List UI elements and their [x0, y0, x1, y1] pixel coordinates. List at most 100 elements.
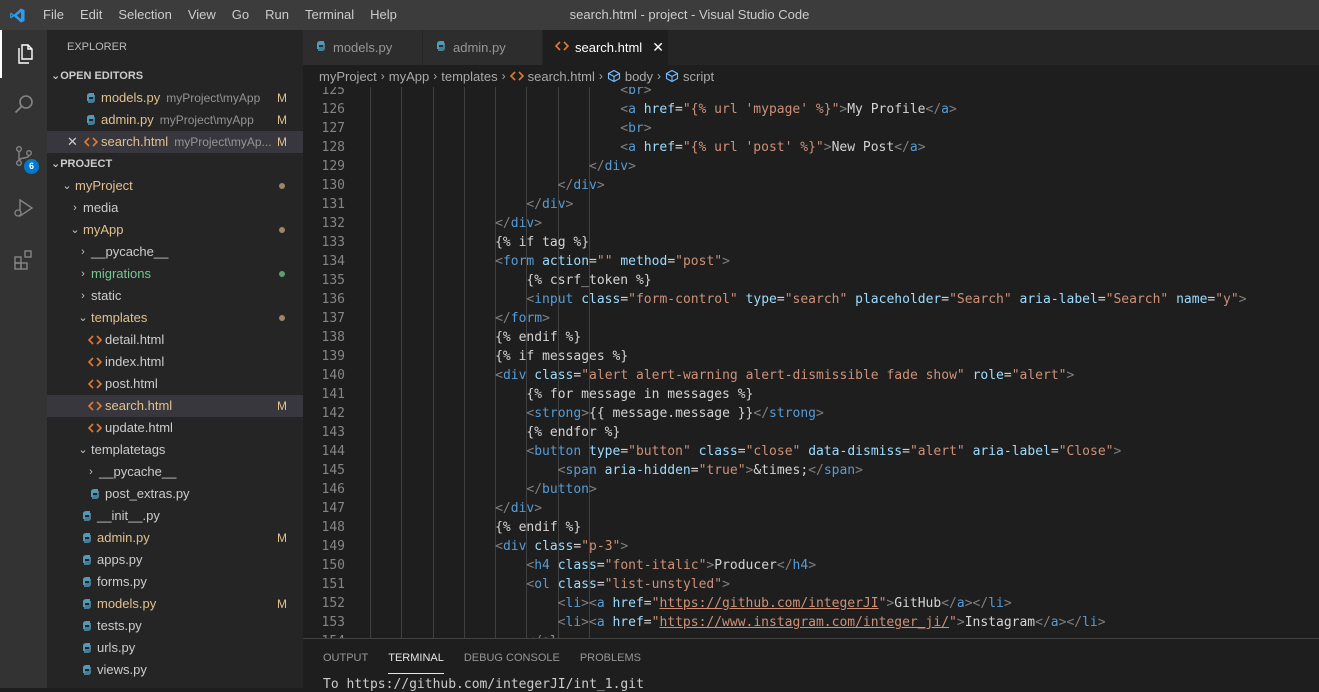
breadcrumb-item[interactable]: search.html	[528, 69, 595, 84]
panel-tab-debug-console[interactable]: DEBUG CONSOLE	[464, 639, 560, 674]
tree-folder-media[interactable]: › media	[47, 197, 303, 219]
tree-file-post-extras[interactable]: post_extras.py	[47, 483, 303, 505]
tab-admin[interactable]: admin.py	[423, 30, 543, 65]
code-token: >	[628, 159, 636, 174]
code-token: href	[612, 615, 644, 630]
breadcrumb-item[interactable]: templates	[441, 69, 497, 84]
code-token: class	[581, 292, 621, 307]
extensions-icon	[13, 250, 32, 270]
menu-selection[interactable]: Selection	[110, 0, 179, 30]
menu-run[interactable]: Run	[257, 0, 297, 30]
code-token: =	[596, 577, 605, 592]
panel-tab-output[interactable]: OUTPUT	[323, 639, 368, 674]
panel-tab-terminal[interactable]: TERMINAL	[388, 639, 444, 674]
panel-tab-problems[interactable]: PROBLEMS	[580, 639, 641, 674]
tree-folder-pycache-2[interactable]: › __pycache__	[47, 461, 303, 483]
tree-file-forms[interactable]: forms.py	[47, 571, 303, 593]
code-token: type	[745, 292, 777, 307]
code-token: type	[589, 444, 621, 459]
tree-file-post[interactable]: post.html	[47, 373, 303, 395]
close-icon[interactable]: ✕	[67, 131, 78, 153]
tree-file-update[interactable]: update.html	[47, 417, 303, 439]
source-control-activity-button[interactable]: 6	[0, 132, 47, 180]
code-token: >	[542, 311, 550, 326]
breadcrumb-item[interactable]: body	[625, 69, 653, 84]
untracked-dot	[279, 271, 285, 277]
menu-file[interactable]: File	[35, 0, 72, 30]
tree-folder-migrations[interactable]: › migrations	[47, 263, 303, 285]
extensions-activity-button[interactable]	[0, 236, 47, 284]
breadcrumb-item[interactable]: script	[683, 69, 714, 84]
code-text: {% if messages %}	[495, 347, 628, 366]
menu-go[interactable]: Go	[224, 0, 257, 30]
run-debug-icon	[13, 198, 33, 218]
python-file-icon	[79, 642, 95, 654]
code-token: href	[612, 596, 644, 611]
tab-search-active[interactable]: search.html ✕	[543, 30, 669, 65]
tree-file-search[interactable]: search.html M	[47, 395, 303, 417]
tree-file-init[interactable]: __init__.py	[47, 505, 303, 527]
tree-file-index[interactable]: index.html	[47, 351, 303, 373]
code-line: 153 <li><a href="https://www.instagram.co…	[303, 613, 1319, 632]
tree-file-models[interactable]: models.py M	[47, 593, 303, 615]
html-file-icon	[87, 400, 103, 412]
tree-folder-templates[interactable]: ⌄ templates	[47, 307, 303, 329]
editor-tabs: models.py admin.py search.html ✕	[303, 30, 1319, 65]
menu-view[interactable]: View	[180, 0, 224, 30]
tree-folder-templatetags[interactable]: ⌄ templatetags	[47, 439, 303, 461]
tree-file-urls[interactable]: urls.py	[47, 637, 303, 659]
code-token: div	[573, 178, 597, 193]
open-editor-item[interactable]: models.py myProject\myApp M	[47, 87, 303, 109]
modified-dot	[279, 227, 285, 233]
code-token: span	[565, 463, 597, 478]
tree-file-views[interactable]: views.py	[47, 659, 303, 681]
open-editor-item[interactable]: admin.py myProject\myApp M	[47, 109, 303, 131]
menu-edit[interactable]: Edit	[72, 0, 110, 30]
file-label: __init__.py	[97, 508, 160, 523]
code-text: <input class="form-control" type="search…	[526, 290, 1246, 309]
project-header[interactable]: ⌄ PROJECT	[47, 153, 303, 175]
code-token: =	[620, 292, 629, 307]
tree-folder-static[interactable]: › static	[47, 285, 303, 307]
tree-file-apps[interactable]: apps.py	[47, 549, 303, 571]
code-token: data-dismiss	[808, 444, 903, 459]
menu-help[interactable]: Help	[362, 0, 405, 30]
code-token: New Post	[831, 140, 895, 155]
run-debug-activity-button[interactable]	[0, 184, 47, 232]
tree-file-tests[interactable]: tests.py	[47, 615, 303, 637]
code-editor[interactable]: 125 <br> 126 <a href="{% url 'mypage' %}">M…	[303, 87, 1319, 638]
open-editor-item-active[interactable]: ✕ search.html myProject\myAp... M	[47, 131, 303, 153]
search-activity-button[interactable]	[0, 80, 47, 128]
code-token: ><	[581, 615, 597, 630]
line-number: 138	[321, 330, 345, 345]
breadcrumb-item[interactable]: myApp	[389, 69, 429, 84]
tab-models[interactable]: models.py	[303, 30, 423, 65]
code-token: form	[510, 311, 543, 326]
code-line: 129 </div>	[303, 157, 1319, 176]
tree-file-admin[interactable]: admin.py M	[47, 527, 303, 549]
bottom-panel: OUTPUT TERMINAL DEBUG CONSOLE PROBLEMS T…	[303, 638, 1319, 692]
open-editor-path: myProject\myApp	[159, 113, 254, 127]
chevron-right-icon: ›	[433, 69, 438, 83]
close-icon[interactable]: ✕	[652, 39, 664, 56]
tree-file-detail[interactable]: detail.html	[47, 329, 303, 351]
code-line: 140 <div class = "alert alert-warning alert…	[303, 366, 1319, 385]
tree-folder-myproject[interactable]: ⌄ myProject	[47, 175, 303, 197]
breadcrumb-item[interactable]: myProject	[319, 69, 377, 84]
code-token: </	[495, 311, 511, 326]
tree-folder-myapp[interactable]: ⌄ myApp	[47, 219, 303, 241]
tree-folder-pycache[interactable]: › __pycache__	[47, 241, 303, 263]
code-token: {% endfor %}	[526, 425, 621, 440]
python-file-icon	[83, 114, 99, 126]
explorer-activity-button[interactable]	[0, 30, 47, 78]
files-icon	[17, 44, 33, 64]
menu-terminal[interactable]: Terminal	[297, 0, 362, 30]
open-editors-header[interactable]: ⌄ OPEN EDITORS	[47, 65, 303, 87]
terminal-output-line: To https://github.com/integerJI/int_1.gi…	[323, 677, 644, 692]
code-token: <	[620, 121, 629, 136]
code-token: =	[737, 444, 746, 459]
